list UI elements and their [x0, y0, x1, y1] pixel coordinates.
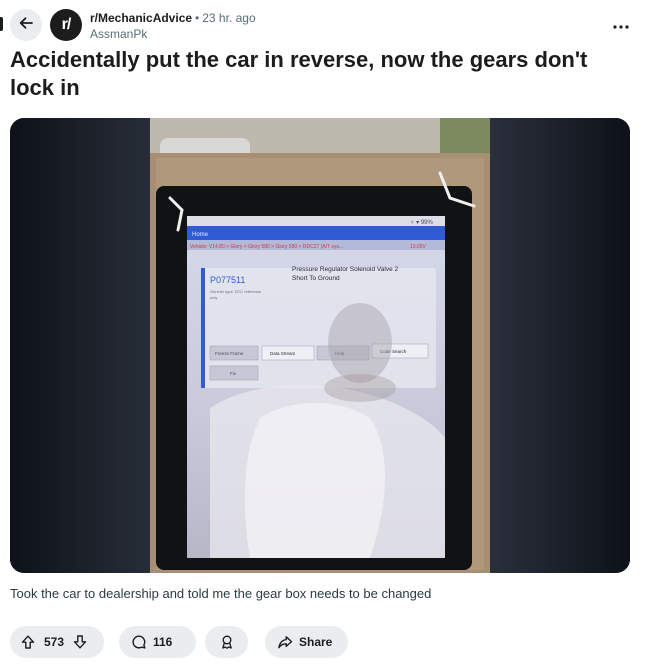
post-time: 23 hr. ago — [202, 11, 256, 25]
screen-dtc-code: P077511 — [210, 275, 245, 285]
meta-separator: • — [195, 11, 200, 25]
award-ribbon-icon — [219, 634, 235, 650]
more-horizontal-icon — [613, 16, 629, 34]
post-title[interactable]: Accidentally put the car in reverse, now… — [10, 46, 630, 102]
screen-voltage: 13.65V — [410, 244, 427, 250]
arrow-down-icon[interactable] — [72, 634, 88, 650]
back-button[interactable] — [10, 9, 42, 41]
award-button[interactable] — [205, 626, 248, 658]
sidebar-edge — [0, 17, 3, 31]
screen-btn-data: Data Stream — [270, 351, 296, 356]
subreddit-avatar[interactable]: r/ — [50, 9, 82, 41]
comment-count: 116 — [153, 635, 173, 649]
vote-count: 573 — [44, 635, 65, 649]
arrow-left-icon — [18, 15, 34, 36]
scanner-photo: ♀ ▾ 99% Home Vehicle: V14.80 > Glory > G… — [10, 118, 630, 573]
screen-dtc-desc-1: Pressure Regulator Solenoid Valve 2 — [292, 266, 398, 273]
comment-bubble-icon — [131, 634, 147, 650]
screen-dtc-meta-2: only — [210, 295, 217, 300]
screen-btn-freeze: Freeze Frame — [215, 351, 244, 356]
share-button[interactable]: Share — [265, 626, 348, 658]
post-image[interactable]: ♀ ▾ 99% Home Vehicle: V14.80 > Glory > G… — [10, 118, 630, 573]
screen-home-label: Home — [192, 232, 209, 238]
comments-button[interactable]: 116 — [119, 626, 196, 658]
post-meta: r/MechanicAdvice • 23 hr. ago AssmanPk — [90, 11, 256, 42]
screen-dtc-meta-1: Generic type: DTC reference — [210, 289, 262, 294]
vote-pill: 573 — [10, 626, 104, 658]
avatar-text: r/ — [61, 16, 72, 33]
screen-dtc-desc-2: Short To Ground — [292, 275, 340, 282]
screen-breadcrumb: Vehicle: V14.80 > Glory > Glory 580 > Gl… — [190, 244, 343, 250]
post-actions-bar: 573 116 Share — [10, 626, 630, 658]
subreddit-link[interactable]: r/MechanicAdvice — [90, 11, 192, 25]
more-options-button[interactable] — [606, 14, 636, 36]
author-link[interactable]: AssmanPk — [90, 26, 256, 42]
screen-btn-fix: Fix — [230, 371, 237, 376]
arrow-up-icon[interactable] — [20, 634, 36, 650]
share-arrow-icon — [277, 634, 293, 650]
share-label: Share — [299, 635, 333, 649]
post-body-text: Took the car to dealership and told me t… — [10, 586, 432, 601]
screen-status: ♀ ▾ 99% — [410, 220, 434, 226]
post-header: r/ r/MechanicAdvice • 23 hr. ago AssmanPk — [0, 0, 647, 44]
